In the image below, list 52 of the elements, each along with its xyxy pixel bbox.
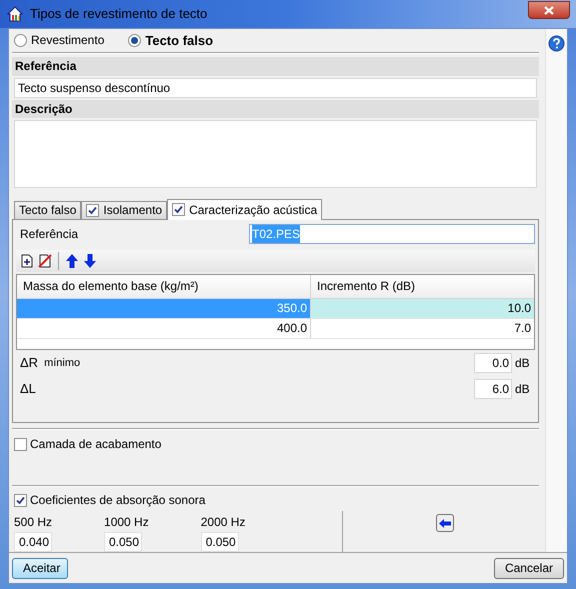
coefficient-field[interactable]: 0.040 [14,532,52,552]
help-icon[interactable] [548,35,565,52]
tab[interactable]: Isolamento [81,200,168,219]
tab[interactable]: Tecto falso [14,200,82,219]
down-arrow-icon[interactable] [83,252,97,269]
field-label: Referência [19,226,80,243]
coefficient-field[interactable]: 0.050 [104,532,142,552]
table-cell-text: 7.0 [513,320,532,338]
section-header: Referência [12,56,539,76]
section-header: Descrição [12,100,539,118]
table-cell: 10.0 [311,298,534,318]
unit-label: dB [515,354,531,372]
house-icon [6,5,24,23]
field-label: ΔR [19,354,38,372]
up-arrow-icon[interactable] [65,252,79,269]
tab-checkbox[interactable] [172,203,186,216]
dialog-button[interactable]: Cancelar [494,558,564,578]
dialog-button[interactable]: Aceitar [12,558,68,578]
radio-label: Revestimento [31,32,104,50]
column-header: Incremento R (dB) [316,278,416,296]
table-cell: 350.0 [17,298,311,318]
field-sublabel: mínimo [44,356,80,371]
add-row-icon[interactable] [20,254,34,268]
arrow-button[interactable] [436,514,454,532]
band-label: 1000 Hz [104,514,149,532]
band-label: 2000 Hz [200,514,246,532]
table-cell: 400.0 [17,318,311,338]
radio-button[interactable] [128,34,142,47]
checkbox-label: Camada de acabamento [30,436,162,454]
table-row[interactable]: 350.0 10.0 [17,298,534,319]
checkbox[interactable] [14,494,27,507]
tab-checkbox[interactable] [86,204,100,217]
reference-field[interactable]: Tecto suspenso descontínuo [14,78,537,98]
checkbox[interactable] [14,438,27,451]
column-header: Massa do elemento base (kg/m²) [17,274,311,298]
window-title: Tipos de revestimento de tecto [30,5,208,24]
coefficient-field[interactable]: 0.050 [200,532,239,552]
unit-label: dB [515,380,531,398]
tab[interactable]: Caracterização acústica [167,198,322,220]
checkbox-label: Coeficientes de absorção sonora [30,492,206,510]
field-label: ΔL [19,380,36,398]
value-field[interactable]: 6.0 [474,378,512,399]
description-field[interactable] [14,120,537,188]
value-field[interactable]: 0.0 [474,352,512,373]
radio-label: Tecto falso [145,32,214,50]
close-icon [544,6,554,14]
left-arrow-icon [438,518,452,529]
table-row[interactable]: 400.0 7.0 [17,318,534,339]
close-button[interactable] [528,1,570,19]
delete-row-icon[interactable] [38,254,52,268]
radio-button[interactable] [14,34,27,47]
band-label: 500 Hz [14,514,52,532]
